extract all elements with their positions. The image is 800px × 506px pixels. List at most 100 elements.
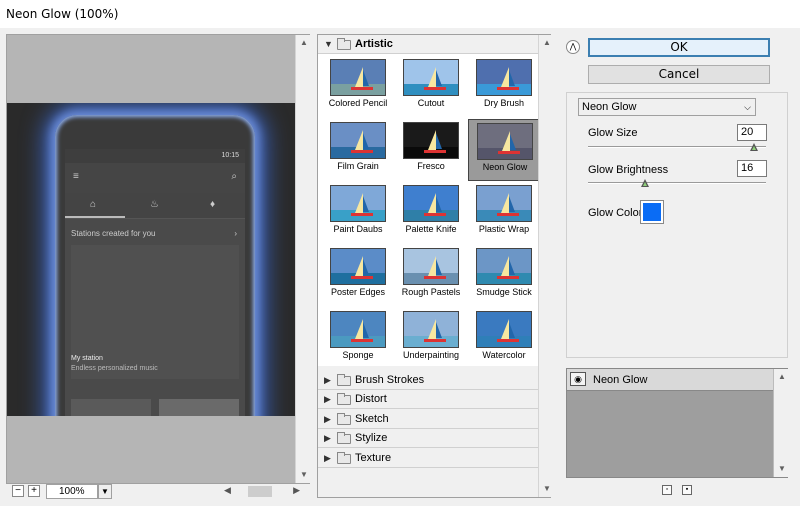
section-title-text: Stations created for you	[71, 229, 156, 238]
filter-thumb-label: Cutout	[417, 98, 445, 108]
scroll-up-arrow-icon[interactable]: ▲	[296, 35, 312, 51]
filter-thumb-watercolor[interactable]: Watercolor	[468, 308, 540, 370]
filter-thumb-sponge[interactable]: Sponge	[322, 308, 394, 370]
zoom-in-button[interactable]: +	[28, 485, 40, 497]
phone-section-title: Stations created for you ›	[65, 229, 245, 238]
category-texture[interactable]: ▶ Texture	[318, 449, 538, 468]
category-label: Sketch	[355, 413, 389, 425]
effect-layer-name: Neon Glow	[593, 374, 648, 386]
trash-icon[interactable]: ▪	[682, 485, 692, 495]
filter-preview-image	[330, 185, 386, 222]
collapse-gallery-button[interactable]: ⋀	[566, 40, 580, 54]
category-sketch[interactable]: ▶ Sketch	[318, 410, 538, 429]
filter-thumb-poster-edges[interactable]: Poster Edges	[322, 245, 394, 307]
glow-brightness-slider-track[interactable]	[588, 182, 766, 184]
filter-thumb-cutout[interactable]: Cutout	[395, 56, 467, 118]
scroll-down-arrow-icon[interactable]: ▼	[296, 467, 312, 483]
home-icon: ⌂	[90, 199, 97, 210]
zoom-dropdown-icon[interactable]: ▼	[98, 484, 112, 499]
folder-icon	[337, 452, 351, 464]
filter-select[interactable]: Neon Glow ⌵	[578, 98, 756, 116]
filter-thumb-neon-glow[interactable]: Neon Glow	[468, 119, 540, 181]
scroll-right-arrow-icon[interactable]: ▶	[293, 485, 300, 496]
glow-size-slider-thumb[interactable]	[749, 143, 758, 151]
phone-thumbnail	[159, 399, 239, 416]
preview-pane[interactable]: 10:15 ≡ ⌕ ⌂ ♨ ♦ Stations created for you…	[6, 34, 311, 484]
filter-preview-image	[330, 248, 386, 285]
collapsed-triangle-icon[interactable]: ▶	[324, 414, 331, 425]
zoom-out-button[interactable]: −	[12, 485, 24, 497]
glow-size-slider-track[interactable]	[588, 146, 766, 148]
preview-vertical-scrollbar[interactable]: ▲ ▼	[295, 35, 311, 483]
filter-thumb-smudge-stick[interactable]: Smudge Stick	[468, 245, 540, 307]
scroll-thumb[interactable]	[248, 486, 272, 497]
double-chevron-up-icon: ⋀	[569, 42, 577, 51]
phone-tabs: ⌂ ♨ ♦	[65, 193, 245, 219]
expanded-triangle-icon[interactable]: ▼	[324, 39, 333, 49]
filter-preview-image	[403, 185, 459, 222]
thumbs-up-icon: ♦	[210, 199, 216, 210]
category-label: Artistic	[355, 38, 393, 50]
collapsed-triangle-icon[interactable]: ▶	[324, 453, 331, 464]
filter-thumb-fresco[interactable]: Fresco	[395, 119, 467, 181]
preview-canvas[interactable]: 10:15 ≡ ⌕ ⌂ ♨ ♦ Stations created for you…	[7, 103, 295, 416]
zoom-level-field[interactable]: 100%	[46, 484, 98, 499]
category-brush-strokes[interactable]: ▶ Brush Strokes	[318, 371, 538, 390]
collapsed-triangle-icon[interactable]: ▶	[324, 394, 331, 405]
folder-icon	[337, 413, 351, 425]
preview-horizontal-scrollbar[interactable]: ◀ ▶	[218, 484, 308, 499]
filter-preview-image	[403, 248, 459, 285]
window-title: Neon Glow (100%)	[6, 7, 119, 21]
glow-brightness-slider-thumb[interactable]	[640, 179, 649, 187]
filter-thumbnails: Colored Pencil Cutout Dry Brush Film Grain F…	[318, 54, 540, 366]
filter-thumb-plastic-wrap[interactable]: Plastic Wrap	[468, 182, 540, 244]
filter-thumb-label: Sponge	[342, 350, 374, 360]
folder-icon	[337, 38, 351, 50]
filter-thumb-film-grain[interactable]: Film Grain	[322, 119, 394, 181]
filter-thumb-palette-knife[interactable]: Palette Knife	[395, 182, 467, 244]
phone-screen: 10:15 ≡ ⌕ ⌂ ♨ ♦ Stations created for you…	[65, 149, 245, 416]
category-stylize[interactable]: ▶ Stylize	[318, 429, 538, 448]
chevron-down-icon[interactable]: ⌵	[744, 99, 751, 115]
ok-button[interactable]: OK	[588, 38, 770, 57]
filter-preview-image	[476, 59, 532, 96]
category-distort[interactable]: ▶ Distort	[318, 390, 538, 409]
filter-thumb-paint-daubs[interactable]: Paint Daubs	[322, 182, 394, 244]
filter-preview-image	[476, 185, 532, 222]
filter-thumb-label: Plastic Wrap	[478, 224, 530, 234]
cancel-button[interactable]: Cancel	[588, 65, 770, 84]
scroll-left-arrow-icon[interactable]: ◀	[224, 485, 231, 496]
filter-thumb-label: Palette Knife	[405, 224, 457, 234]
filter-thumb-label: Watercolor	[482, 350, 526, 360]
effect-layer-row[interactable]: ◉ Neon Glow	[567, 369, 773, 391]
folder-icon	[337, 393, 351, 405]
filter-thumb-colored-pencil[interactable]: Colored Pencil	[322, 56, 394, 118]
scroll-up-arrow-icon[interactable]: ▲	[774, 369, 790, 385]
glow-color-swatch[interactable]	[640, 200, 664, 224]
filter-thumb-rough-pastels[interactable]: Rough Pastels	[395, 245, 467, 307]
category-label: Brush Strokes	[355, 374, 425, 386]
section-arrow: ›	[234, 229, 237, 238]
layers-vertical-scrollbar[interactable]: ▲ ▼	[773, 369, 789, 477]
collapsed-triangle-icon[interactable]: ▶	[324, 375, 331, 386]
category-label: Stylize	[355, 432, 388, 444]
filter-thumb-underpainting[interactable]: Underpainting	[395, 308, 467, 370]
filter-thumb-dry-brush[interactable]: Dry Brush	[468, 56, 540, 118]
filter-thumb-label: Dry Brush	[483, 98, 524, 108]
category-label: Texture	[355, 452, 392, 464]
filter-thumb-label: Paint Daubs	[333, 224, 383, 234]
filter-preview-image	[403, 311, 459, 348]
filter-thumb-label: Smudge Stick	[476, 287, 532, 297]
gallery-vertical-scrollbar[interactable]: ▲ ▼	[538, 35, 554, 497]
category-artistic[interactable]: ▼ Artistic	[318, 35, 538, 54]
collapsed-triangle-icon[interactable]: ▶	[324, 433, 331, 444]
new-effect-layer-icon[interactable]: ▫	[662, 485, 672, 495]
scroll-down-arrow-icon[interactable]: ▼	[774, 461, 790, 477]
eye-icon[interactable]: ◉	[570, 372, 586, 386]
glow-size-field[interactable]: 20	[737, 124, 767, 141]
scroll-down-arrow-icon[interactable]: ▼	[539, 481, 555, 497]
filter-preview-image	[403, 122, 459, 159]
scroll-up-arrow-icon[interactable]: ▲	[539, 35, 555, 51]
glow-brightness-field[interactable]: 16	[737, 160, 767, 177]
effect-layers-list: ◉ Neon Glow ▲ ▼	[566, 368, 789, 478]
